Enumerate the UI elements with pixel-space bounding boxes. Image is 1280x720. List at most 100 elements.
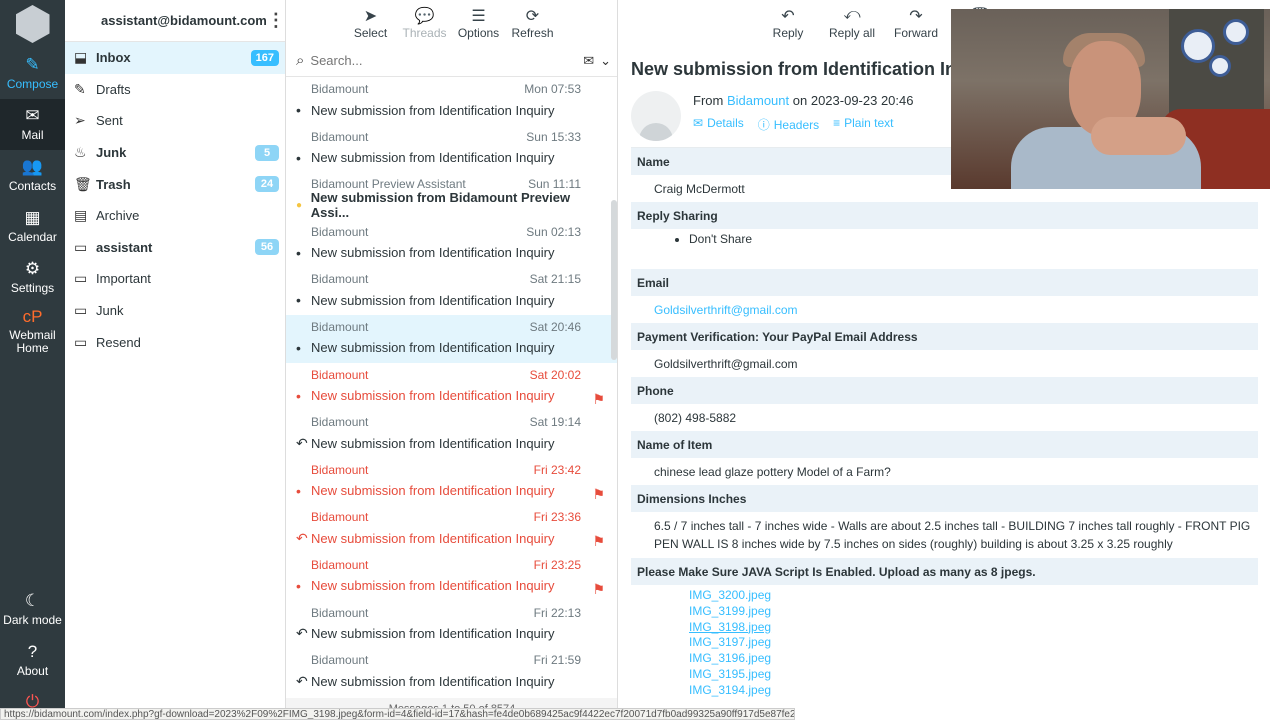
- status-dot-icon[interactable]: •: [296, 340, 311, 356]
- unread-dot-icon[interactable]: ●: [296, 200, 311, 211]
- options-button[interactable]: ☰ Options: [454, 6, 504, 40]
- status-dot-icon[interactable]: •: [296, 102, 311, 118]
- gear-icon: ⚙: [24, 259, 41, 278]
- attachment-link[interactable]: IMG_3196.jpeg: [689, 651, 1258, 667]
- reply-all-button[interactable]: ⤺ Reply all: [823, 6, 881, 40]
- chevron-down-icon[interactable]: ⌄: [600, 53, 611, 69]
- email-link[interactable]: Goldsilverthrift@gmail.com: [631, 296, 1258, 323]
- dark-mode-toggle[interactable]: ☾ Dark mode: [0, 584, 65, 635]
- folder-name: Trash: [96, 176, 131, 192]
- flag-icon[interactable]: ⚑: [592, 533, 605, 550]
- folder-item[interactable]: ▭ Important: [65, 263, 285, 295]
- status-dot-icon[interactable]: •: [296, 292, 311, 308]
- message-row[interactable]: Bidamount Sun 15:33 • New submission from I…: [286, 125, 617, 173]
- status-dot-icon[interactable]: •: [296, 388, 311, 404]
- comments-icon: 💬: [414, 7, 435, 25]
- nav-about[interactable]: ? About: [0, 635, 65, 686]
- nav-mail[interactable]: ✉ Mail: [0, 99, 65, 150]
- message-row[interactable]: Bidamount Fri 23:42 • New submission from I…: [286, 458, 617, 506]
- message-row[interactable]: Bidamount Sun 02:13 • New submission from I…: [286, 220, 617, 268]
- field-label: Email: [631, 269, 1258, 296]
- reply-button[interactable]: ↶ Reply: [759, 6, 817, 40]
- folder-item[interactable]: ✎ Drafts: [65, 74, 285, 106]
- kebab-menu-icon[interactable]: ⋮: [267, 10, 285, 31]
- reply-icon: ↶: [781, 7, 795, 25]
- folder-item[interactable]: ▤ Archive: [65, 200, 285, 232]
- roundcube-logo[interactable]: [0, 0, 65, 48]
- folder-item[interactable]: ▭ Resend: [65, 326, 285, 358]
- folder-name: assistant: [96, 239, 153, 255]
- nav-calendar[interactable]: ▦ Calendar: [0, 201, 65, 252]
- message-sender: Bidamount: [311, 272, 369, 287]
- replied-icon[interactable]: ↶: [296, 625, 311, 642]
- folder-name: Sent: [96, 113, 123, 129]
- forward-button[interactable]: ↷ Forward: [887, 6, 945, 40]
- folder-item[interactable]: ➢ Sent: [65, 105, 285, 137]
- details-link[interactable]: ✉ Details: [693, 116, 744, 133]
- replied-icon[interactable]: ↶: [296, 673, 311, 690]
- sender-link[interactable]: Bidamount: [727, 93, 789, 108]
- message-sender: Bidamount: [311, 129, 369, 144]
- flag-icon[interactable]: ⚑: [592, 581, 605, 598]
- message-date: Fri 23:25: [533, 557, 581, 572]
- threads-button[interactable]: 💬 Threads: [400, 6, 450, 40]
- envelope-filter-icon[interactable]: ✉: [583, 53, 594, 69]
- folder-item[interactable]: ▭ Junk: [65, 295, 285, 327]
- message-date: Sat 20:46: [529, 319, 581, 334]
- folder-name: Inbox: [96, 50, 131, 66]
- message-row[interactable]: Bidamount Sat 20:02 • New submission from I…: [286, 363, 617, 411]
- attachment-link[interactable]: IMG_3199.jpeg: [689, 604, 1258, 620]
- field-label: Dimensions Inches: [631, 485, 1258, 512]
- message-row[interactable]: Bidamount Sat 21:15 • New submission from I…: [286, 267, 617, 315]
- folder-item[interactable]: ⬓ Inbox 167: [65, 42, 285, 74]
- field-label: Please Make Sure JAVA Script Is Enabled.…: [631, 558, 1258, 585]
- field-value: (802) 498-5882: [654, 410, 737, 425]
- webcam-overlay: [951, 9, 1270, 189]
- attachment-link[interactable]: IMG_3195.jpeg: [689, 667, 1258, 683]
- compose-button[interactable]: ✎ Compose: [0, 48, 65, 99]
- message-row[interactable]: Bidamount Sat 19:14 ↶ New submission from I…: [286, 410, 617, 458]
- folder-item[interactable]: ▭ assistant 56: [65, 232, 285, 264]
- message-row[interactable]: Bidamount Fri 23:25 • New submission from I…: [286, 553, 617, 601]
- pencil-square-icon: ✎: [25, 55, 40, 74]
- refresh-button[interactable]: ⟳ Refresh: [508, 6, 558, 40]
- message-row[interactable]: Bidamount Sat 20:46 • New submission from I…: [286, 314, 617, 363]
- message-subject: New submission from Identification Inqui…: [311, 578, 555, 594]
- status-dot-icon[interactable]: •: [296, 578, 311, 594]
- flag-icon[interactable]: ⚑: [592, 486, 605, 503]
- status-bar-url: https://bidamount.com/index.php?gf-downl…: [0, 708, 795, 720]
- nav-settings[interactable]: ⚙ Settings: [0, 252, 65, 303]
- message-row[interactable]: Bidamount Fri 22:13 ↶ New submission from I…: [286, 601, 617, 649]
- select-button[interactable]: ➤ Select: [346, 6, 396, 40]
- attachment-link[interactable]: IMG_3200.jpeg: [689, 588, 1258, 604]
- message-row[interactable]: Bidamount Preview Assistant Sun 11:11 ● New…: [286, 172, 617, 220]
- message-sender: Bidamount: [311, 319, 369, 334]
- status-dot-icon[interactable]: •: [296, 245, 311, 261]
- attachment-link[interactable]: IMG_3197.jpeg: [689, 635, 1258, 651]
- message-subject: New submission from Identification Inqui…: [311, 673, 555, 689]
- unread-count-badge: 5: [255, 144, 279, 161]
- search-input[interactable]: [310, 53, 578, 68]
- nav-contacts[interactable]: 👥 Contacts: [0, 150, 65, 201]
- message-row[interactable]: Bidamount Fri 21:59 ↶ New submission from I…: [286, 648, 617, 696]
- message-subject: New submission from Bidamount Preview As…: [310, 190, 571, 221]
- list-scrollbar[interactable]: [611, 200, 617, 360]
- replied-icon[interactable]: ↶: [296, 530, 311, 547]
- nav-webmail-home[interactable]: cP Webmail Home: [0, 303, 65, 359]
- replied-icon[interactable]: ↶: [296, 435, 311, 452]
- folder-item[interactable]: 🗑 Trash 24: [65, 168, 285, 200]
- message-sender: Bidamount: [311, 415, 369, 430]
- status-dot-icon[interactable]: •: [296, 483, 311, 499]
- trash-icon: 🗑: [74, 175, 92, 192]
- folder-item[interactable]: ♨ Junk 5: [65, 137, 285, 169]
- message-row[interactable]: Bidamount Fri 23:36 ↶ New submission from I…: [286, 505, 617, 553]
- headers-link[interactable]: ⓘ Headers: [758, 116, 819, 133]
- folder-name: Drafts: [96, 81, 131, 97]
- attachment-link[interactable]: IMG_3194.jpeg: [689, 683, 1258, 699]
- attachment-link[interactable]: IMG_3198.jpeg: [689, 620, 1258, 636]
- plain-text-link[interactable]: ≡ Plain text: [833, 116, 893, 133]
- status-dot-icon[interactable]: •: [296, 150, 311, 166]
- flag-icon[interactable]: ⚑: [592, 391, 605, 408]
- envelope-icon: ✉: [25, 106, 40, 125]
- message-row[interactable]: Bidamount Mon 07:53 • New submission from I…: [286, 77, 617, 125]
